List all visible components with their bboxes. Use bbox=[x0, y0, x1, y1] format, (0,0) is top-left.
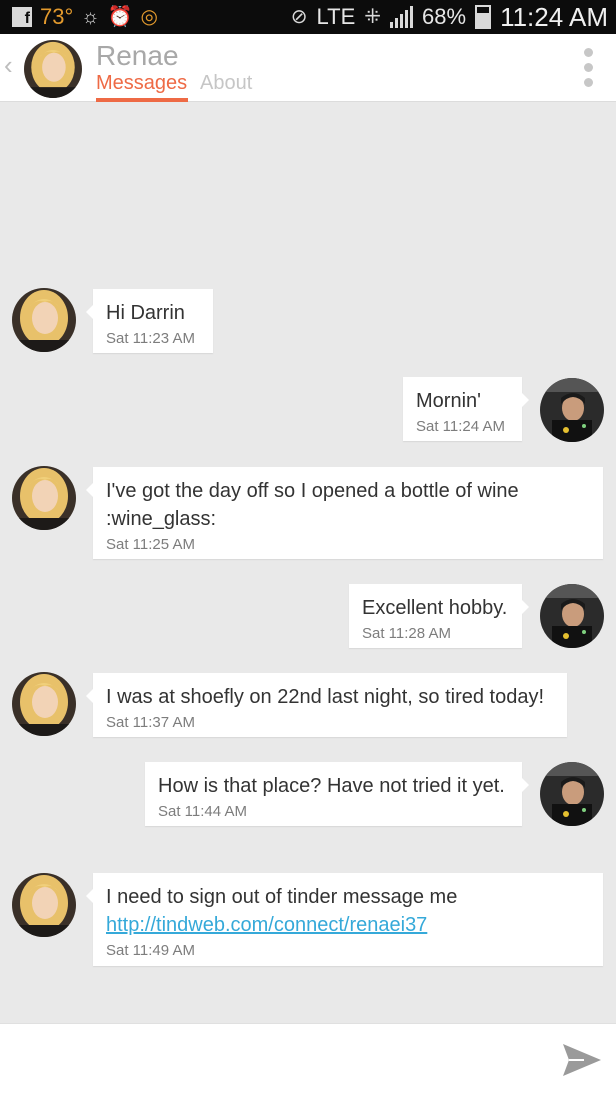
message-time: Sat 11:25 AM bbox=[106, 536, 195, 553]
message-text: I've got the day off so I opened a bottl… bbox=[106, 480, 519, 530]
facebook-icon: f bbox=[12, 7, 32, 27]
message-link[interactable]: http://tindweb.com/connect/renaei37 bbox=[106, 914, 427, 936]
message-time: Sat 11:44 AM bbox=[158, 803, 247, 820]
user-avatar[interactable] bbox=[540, 762, 604, 826]
message-text: How is that place? Have not tried it yet… bbox=[158, 775, 505, 797]
composer-bar bbox=[0, 1023, 616, 1095]
network-type: LTE bbox=[316, 4, 356, 29]
send-icon[interactable] bbox=[560, 1038, 604, 1082]
contact-avatar[interactable] bbox=[12, 873, 76, 937]
contact-name: Renae bbox=[96, 40, 179, 71]
message-bubble[interactable]: I need to sign out of tinder message me … bbox=[86, 873, 603, 966]
contact-avatar[interactable] bbox=[12, 466, 76, 530]
tab-about[interactable]: About bbox=[200, 72, 252, 95]
message-input[interactable] bbox=[14, 1036, 534, 1082]
notification-icon: ◎ bbox=[140, 6, 158, 28]
message-bubble[interactable]: Excellent hobby. Sat 11:28 AM bbox=[349, 584, 529, 648]
alarm-icon: ⏰ bbox=[107, 6, 133, 28]
battery-icon bbox=[475, 5, 492, 29]
overflow-menu-icon[interactable] bbox=[584, 48, 594, 87]
message-time: Sat 11:23 AM bbox=[106, 330, 195, 347]
conversation-header: ‹ Renae Messages About bbox=[0, 34, 616, 102]
signal-icon bbox=[390, 6, 414, 28]
temperature-text: 73° bbox=[40, 4, 74, 29]
status-bar: f 73° ☼ ⏰ ◎ ⊘ LTE ⁜ 68% 11:24 AM bbox=[0, 0, 616, 34]
back-chevron-icon[interactable]: ‹ bbox=[4, 50, 13, 81]
message-list[interactable]: Hi Darrin Sat 11:23 AM Mornin' Sat 11:24… bbox=[0, 102, 616, 1023]
status-bar-left: f 73° ☼ ⏰ ◎ bbox=[12, 0, 158, 34]
message-time: Sat 11:49 AM bbox=[106, 942, 195, 959]
mute-icon: ⊘ bbox=[290, 6, 308, 28]
message-text: Hi Darrin bbox=[106, 302, 185, 324]
message-bubble[interactable]: Hi Darrin Sat 11:23 AM bbox=[86, 289, 213, 353]
contact-avatar[interactable] bbox=[24, 40, 82, 98]
message-time: Sat 11:28 AM bbox=[362, 625, 451, 642]
message-time: Sat 11:24 AM bbox=[416, 418, 505, 435]
data-activity-icon: ⁜ bbox=[364, 6, 382, 28]
message-text: I was at shoefly on 22nd last night, so … bbox=[106, 686, 545, 708]
weather-icon: ☼ bbox=[81, 6, 100, 28]
message-text: Mornin' bbox=[416, 390, 481, 412]
message-bubble[interactable]: I've got the day off so I opened a bottl… bbox=[86, 467, 603, 559]
user-avatar[interactable] bbox=[540, 378, 604, 442]
message-text: Excellent hobby. bbox=[362, 597, 508, 619]
message-bubble[interactable]: Mornin' Sat 11:24 AM bbox=[403, 377, 529, 441]
tab-messages[interactable]: Messages bbox=[96, 72, 187, 95]
contact-avatar[interactable] bbox=[12, 288, 76, 352]
message-text: I need to sign out of tinder message me … bbox=[106, 883, 590, 939]
message-time: Sat 11:37 AM bbox=[106, 714, 195, 731]
clock: 11:24 AM bbox=[500, 1, 608, 32]
message-bubble[interactable]: I was at shoefly on 22nd last night, so … bbox=[86, 673, 567, 737]
battery-percent: 68% bbox=[422, 4, 467, 29]
user-avatar[interactable] bbox=[540, 584, 604, 648]
message-bubble[interactable]: How is that place? Have not tried it yet… bbox=[145, 762, 529, 826]
status-bar-right: ⊘ LTE ⁜ 68% 11:24 AM bbox=[291, 0, 608, 34]
contact-avatar[interactable] bbox=[12, 672, 76, 736]
message-text-body: I need to sign out of tinder message me bbox=[106, 886, 458, 908]
